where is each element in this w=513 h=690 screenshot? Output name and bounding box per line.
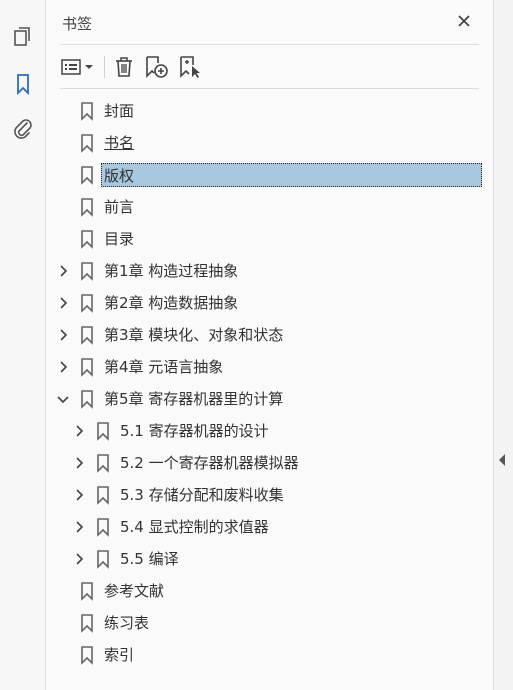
bookmark-item[interactable]: 练习表 xyxy=(56,609,151,637)
bookmark-label: 第2章 构造数据抽象 xyxy=(104,294,239,312)
attachments-icon[interactable] xyxy=(10,116,36,142)
left-tool-rail xyxy=(0,0,46,690)
panel-title: 书签 xyxy=(62,15,93,33)
bookmark-item[interactable]: 5.4 显式控制的求值器 xyxy=(72,513,271,541)
bookmarks-panel: 书签 封面 书名 版权 前言 目录 第1章 构造过程抽象 第2章 构造数据抽象 … xyxy=(46,0,493,690)
bookmark-item[interactable]: 版权 xyxy=(56,161,482,189)
add-bookmark-button[interactable] xyxy=(142,52,172,82)
chevron-right-icon[interactable] xyxy=(56,257,70,285)
add-bookmark-icon xyxy=(146,56,168,78)
trash-icon xyxy=(116,57,132,77)
header-divider xyxy=(60,44,479,45)
bookmark-toolbar xyxy=(60,52,479,82)
bookmark-icon xyxy=(94,481,112,509)
delete-bookmark-button[interactable] xyxy=(110,52,138,82)
bookmark-label: 5.5 编译 xyxy=(120,550,179,568)
collapse-arrow-icon[interactable] xyxy=(499,454,505,466)
bookmark-item[interactable]: 目录 xyxy=(56,225,136,253)
bookmark-icon xyxy=(78,577,96,605)
chevron-right-icon[interactable] xyxy=(56,353,70,381)
bookmark-item[interactable]: 书名 xyxy=(56,129,136,157)
bookmark-icon xyxy=(78,641,96,669)
chevron-down-icon[interactable] xyxy=(56,385,70,413)
chevron-right-icon[interactable] xyxy=(56,289,70,317)
bookmark-label: 第3章 模块化、对象和状态 xyxy=(104,326,284,344)
bookmark-item[interactable]: 第3章 模块化、对象和状态 xyxy=(56,321,285,349)
bookmark-item[interactable]: 5.2 一个寄存器机器模拟器 xyxy=(72,449,301,477)
bookmark-icon xyxy=(78,353,96,381)
bookmark-icon xyxy=(78,225,96,253)
bookmark-icon xyxy=(78,161,96,189)
bookmark-icon xyxy=(78,97,96,125)
bookmark-label: 5.3 存储分配和废料收集 xyxy=(120,486,284,504)
list-options-icon xyxy=(61,59,93,75)
bookmark-item[interactable]: 前言 xyxy=(56,193,136,221)
bookmark-item[interactable]: 参考文献 xyxy=(56,577,166,605)
bookmark-item[interactable]: 第5章 寄存器机器里的计算 xyxy=(56,385,285,413)
chevron-right-icon[interactable] xyxy=(72,449,86,477)
chevron-right-icon[interactable] xyxy=(72,481,86,509)
bookmark-label: 第1章 构造过程抽象 xyxy=(104,262,239,280)
toolbar-divider-bottom xyxy=(60,88,479,89)
new-bookmark-from-selection-button[interactable] xyxy=(176,52,206,82)
bookmark-label: 第4章 元语言抽象 xyxy=(104,358,224,376)
bookmark-label: 索引 xyxy=(104,646,135,664)
bookmark-icon xyxy=(78,129,96,157)
chevron-right-icon[interactable] xyxy=(56,321,70,349)
bookmark-icon xyxy=(78,321,96,349)
bookmarks-icon[interactable] xyxy=(10,71,36,97)
bookmark-label: 5.4 显式控制的求值器 xyxy=(120,518,269,536)
chevron-right-icon[interactable] xyxy=(72,417,86,445)
bookmark-item[interactable]: 封面 xyxy=(56,97,136,125)
options-menu-button[interactable] xyxy=(60,52,96,82)
close-icon xyxy=(458,15,470,27)
bookmark-icon xyxy=(94,513,112,541)
bookmark-item[interactable]: 5.3 存储分配和废料收集 xyxy=(72,481,286,509)
bookmark-item[interactable]: 第2章 构造数据抽象 xyxy=(56,289,240,317)
bookmark-icon xyxy=(78,289,96,317)
bookmark-item[interactable]: 第4章 元语言抽象 xyxy=(56,353,225,381)
bookmark-label: 版权 xyxy=(101,163,482,187)
close-panel-button[interactable] xyxy=(453,10,475,32)
bookmark-item[interactable]: 索引 xyxy=(56,641,136,669)
bookmark-icon xyxy=(94,545,112,573)
bookmark-item[interactable]: 第1章 构造过程抽象 xyxy=(56,257,240,285)
bookmark-item[interactable]: 5.5 编译 xyxy=(72,545,181,573)
bookmark-icon xyxy=(78,257,96,285)
panel-collapse-gutter[interactable] xyxy=(493,0,513,690)
pages-icon[interactable] xyxy=(10,24,36,50)
bookmark-label: 参考文献 xyxy=(104,582,165,600)
bookmark-label: 目录 xyxy=(104,230,135,248)
bookmark-cursor-icon xyxy=(180,56,200,78)
bookmark-icon xyxy=(94,449,112,477)
chevron-right-icon[interactable] xyxy=(72,513,86,541)
bookmark-icon xyxy=(78,609,96,637)
bookmark-label: 5.2 一个寄存器机器模拟器 xyxy=(120,454,299,472)
bookmark-icon xyxy=(94,417,112,445)
bookmark-label: 第5章 寄存器机器里的计算 xyxy=(104,390,284,408)
chevron-right-icon[interactable] xyxy=(72,545,86,573)
bookmark-label: 书名 xyxy=(104,134,135,152)
bookmark-icon xyxy=(78,193,96,221)
bookmark-label: 前言 xyxy=(104,198,135,216)
bookmark-label: 练习表 xyxy=(104,614,150,632)
bookmark-icon xyxy=(78,385,96,413)
bookmark-label: 封面 xyxy=(104,102,135,120)
bookmark-label: 5.1 寄存器机器的设计 xyxy=(120,422,269,440)
toolbar-divider xyxy=(104,56,105,78)
bookmark-item[interactable]: 5.1 寄存器机器的设计 xyxy=(72,417,271,445)
